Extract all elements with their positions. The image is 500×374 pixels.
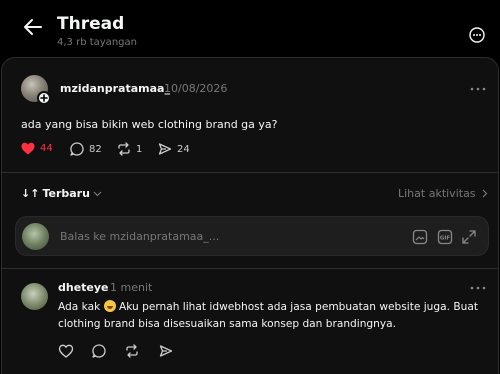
comment-time: 1 menit	[110, 281, 153, 294]
expand-icon[interactable]	[461, 229, 477, 245]
comment-text: Ada kak Aku pernah lihat idwebhost ada j…	[58, 299, 478, 333]
avatar	[22, 223, 49, 250]
comment-text-rest: Aku pernah lihat idwebhost ada jasa pemb…	[58, 301, 478, 330]
heart-icon[interactable]	[58, 343, 74, 359]
gif-icon[interactable]: GIF	[437, 229, 453, 245]
page-title: Thread	[57, 14, 125, 34]
reply-input[interactable]: Balas ke mzidanpratamaa_...	[60, 230, 219, 243]
post-more-icon[interactable]	[470, 87, 486, 91]
like-button[interactable]: 44	[21, 142, 53, 155]
heart-filled-icon	[21, 142, 35, 155]
chevron-down-icon	[93, 191, 102, 196]
send-icon[interactable]	[158, 343, 174, 359]
comment-more-icon[interactable]	[470, 286, 486, 290]
comment-text-start: Ada kak	[58, 301, 104, 313]
repost-button[interactable]: 1	[117, 142, 142, 156]
sort-dropdown[interactable]: ↓↑ Terbaru	[21, 187, 102, 200]
svg-text:GIF: GIF	[440, 236, 451, 242]
send-icon	[158, 143, 172, 155]
image-icon[interactable]	[412, 229, 428, 245]
repost-count: 1	[136, 143, 143, 155]
divider	[1, 268, 499, 269]
chevron-right-icon	[482, 189, 487, 198]
avatar[interactable]	[21, 283, 48, 310]
post-date: 10/08/2026	[164, 82, 228, 95]
share-count: 24	[177, 143, 190, 155]
more-options-icon[interactable]	[469, 27, 485, 43]
view-activity-link[interactable]: Lihat aktivitas	[398, 187, 488, 200]
share-button[interactable]: 24	[158, 142, 190, 156]
comment-author[interactable]: dheteye	[58, 281, 109, 294]
comment-button[interactable]: 82	[70, 142, 102, 156]
back-arrow-icon[interactable]	[22, 16, 44, 38]
grin-emoji-icon	[103, 300, 116, 312]
repost-icon[interactable]	[124, 343, 140, 359]
thread-header: Thread 4,3 rb tayangan	[0, 0, 500, 58]
post-text: ada yang bisa bikin web clothing brand g…	[21, 118, 278, 131]
repost-icon	[118, 142, 130, 156]
like-count: 44	[40, 143, 53, 154]
divider	[1, 172, 499, 173]
sort-label: Terbaru	[42, 187, 90, 200]
follow-plus-icon[interactable]	[37, 91, 51, 105]
sort-arrows-icon: ↓↑	[21, 187, 40, 200]
comment-count: 82	[89, 143, 102, 155]
view-count: 4,3 rb tayangan	[57, 37, 137, 48]
comment-bubble-icon[interactable]	[91, 343, 107, 359]
post-author[interactable]: mzidanpratamaa_	[60, 82, 170, 95]
comment-bubble-icon	[70, 142, 84, 156]
activity-label: Lihat aktivitas	[398, 187, 476, 200]
